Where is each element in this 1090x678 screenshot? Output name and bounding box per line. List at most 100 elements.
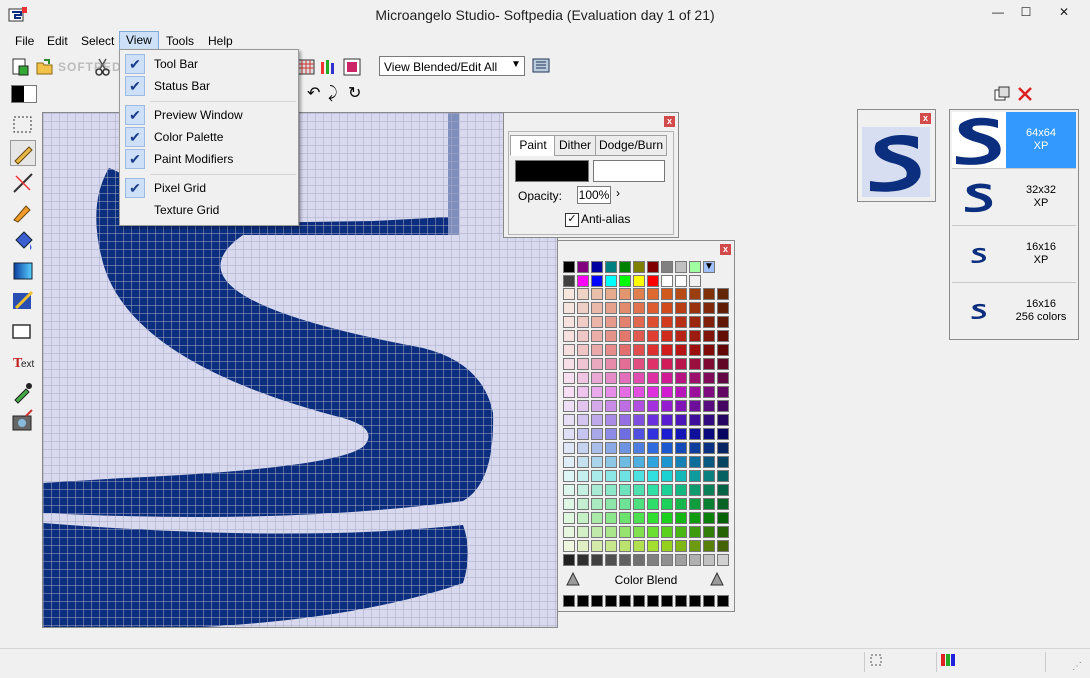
tab-dodge-burn[interactable]: Dodge/Burn <box>595 135 667 156</box>
color-swatch[interactable] <box>619 275 631 287</box>
color-swatch[interactable] <box>619 400 631 412</box>
color-swatch[interactable] <box>577 386 589 398</box>
color-swatch[interactable] <box>717 428 729 440</box>
color-swatch[interactable] <box>605 358 617 370</box>
color-swatch[interactable] <box>647 386 659 398</box>
view-mode-select[interactable]: View Blended/Edit All ▼ <box>379 56 525 76</box>
color-swatch[interactable] <box>563 414 575 426</box>
color-swatch[interactable] <box>619 428 631 440</box>
color-swatch[interactable] <box>717 316 729 328</box>
color-swatch[interactable] <box>661 414 673 426</box>
fill-tool-icon[interactable] <box>10 228 36 254</box>
opacity-input[interactable]: 100% <box>577 186 611 204</box>
color-swatch[interactable] <box>605 512 617 524</box>
color-swatch[interactable] <box>605 428 617 440</box>
color-swatch[interactable] <box>577 554 589 566</box>
color-selector[interactable] <box>11 85 37 103</box>
color-swatch[interactable] <box>563 540 575 552</box>
color-swatch[interactable] <box>563 330 575 342</box>
color-swatch[interactable] <box>661 526 673 538</box>
color-swatch[interactable] <box>661 442 673 454</box>
color-swatch[interactable] <box>577 302 589 314</box>
color-swatch[interactable] <box>689 512 701 524</box>
color-swatch[interactable] <box>661 261 673 273</box>
color-swatch[interactable] <box>703 316 715 328</box>
color-swatch[interactable] <box>675 442 687 454</box>
color-swatch[interactable] <box>661 344 673 356</box>
close-icon[interactable]: x <box>664 116 675 127</box>
color-swatch[interactable] <box>577 400 589 412</box>
color-swatch[interactable] <box>703 456 715 468</box>
color-swatch[interactable] <box>661 470 673 482</box>
color-swatch[interactable] <box>717 456 729 468</box>
color-swatch[interactable] <box>577 498 589 510</box>
color-swatch[interactable] <box>717 372 729 384</box>
tab-dither[interactable]: Dither <box>554 135 596 156</box>
color-swatch[interactable] <box>619 261 631 273</box>
color-swatch[interactable] <box>605 275 617 287</box>
color-swatch[interactable] <box>661 316 673 328</box>
color-swatch[interactable] <box>661 428 673 440</box>
color-swatch[interactable] <box>717 512 729 524</box>
color-swatch[interactable] <box>591 442 603 454</box>
color-swatch[interactable] <box>703 288 715 300</box>
minimize-button[interactable]: — <box>985 1 1011 23</box>
color-swatch[interactable] <box>717 344 729 356</box>
format-item-32[interactable]: 32x32 XP <box>952 170 1076 225</box>
eyedropper-tool-icon[interactable] <box>10 378 36 404</box>
color-swatch[interactable] <box>577 442 589 454</box>
color-swatch[interactable] <box>605 442 617 454</box>
blend-end-icon[interactable] <box>710 571 724 586</box>
color-swatch[interactable] <box>633 302 645 314</box>
color-swatch[interactable] <box>619 498 631 510</box>
color-swatch[interactable] <box>577 414 589 426</box>
menu-option-tool-bar[interactable]: ✔ Tool Bar <box>122 53 296 75</box>
color-swatch[interactable] <box>703 512 715 524</box>
color-swatch[interactable] <box>661 595 673 607</box>
color-swatch[interactable] <box>633 358 645 370</box>
color-swatch[interactable] <box>647 316 659 328</box>
color-swatch[interactable] <box>689 288 701 300</box>
color-swatch[interactable] <box>605 498 617 510</box>
color-swatch[interactable] <box>647 554 659 566</box>
color-swatch[interactable] <box>689 372 701 384</box>
maximize-button[interactable]: ☐ <box>1013 1 1039 23</box>
color-swatch[interactable] <box>577 358 589 370</box>
menu-option-preview-window[interactable]: ✔ Preview Window <box>122 104 296 126</box>
color-swatch[interactable] <box>633 595 645 607</box>
flip-icon[interactable]: ⤸ <box>328 85 346 103</box>
chevron-right-icon[interactable]: › <box>616 186 620 200</box>
color-swatch[interactable] <box>591 372 603 384</box>
color-swatch[interactable] <box>563 442 575 454</box>
color-swatch[interactable] <box>563 428 575 440</box>
color-swatch[interactable] <box>563 484 575 496</box>
color-swatch[interactable] <box>633 288 645 300</box>
color-swatch[interactable] <box>619 316 631 328</box>
color-swatch[interactable] <box>633 414 645 426</box>
color-swatch[interactable] <box>675 414 687 426</box>
menu-option-status-bar[interactable]: ✔ Status Bar <box>122 75 296 97</box>
shape-tool-icon[interactable] <box>10 318 36 344</box>
color-swatch[interactable] <box>717 498 729 510</box>
color-swatch[interactable] <box>689 344 701 356</box>
color-swatch[interactable] <box>605 414 617 426</box>
color-swatch[interactable] <box>577 275 589 287</box>
color-swatch[interactable] <box>577 316 589 328</box>
color-swatch[interactable] <box>605 526 617 538</box>
color-swatch[interactable] <box>717 414 729 426</box>
color-swatch[interactable] <box>675 512 687 524</box>
color-swatch[interactable] <box>703 386 715 398</box>
color-swatch[interactable] <box>633 540 645 552</box>
color-swatch[interactable] <box>605 288 617 300</box>
color-swatch[interactable] <box>591 498 603 510</box>
color-swatch[interactable] <box>633 526 645 538</box>
color-swatch[interactable] <box>689 414 701 426</box>
color-swatch[interactable] <box>563 554 575 566</box>
color-swatch[interactable] <box>703 428 715 440</box>
color-swatch[interactable] <box>605 344 617 356</box>
color-swatch[interactable] <box>633 484 645 496</box>
color-swatch[interactable] <box>647 456 659 468</box>
color-swatch[interactable] <box>689 540 701 552</box>
color-swatch[interactable] <box>647 526 659 538</box>
color-swatch[interactable] <box>661 540 673 552</box>
